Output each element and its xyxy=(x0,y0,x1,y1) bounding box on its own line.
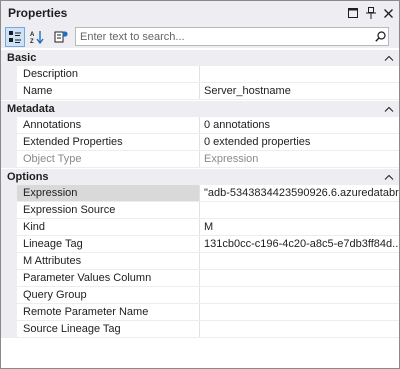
property-name: Description xyxy=(1,66,200,82)
property-name: Parameter Values Column xyxy=(1,270,200,286)
property-name: Object Type xyxy=(1,151,200,167)
search-box xyxy=(75,27,389,46)
property-row-remote-parameter-name[interactable]: Remote Parameter Name xyxy=(1,304,399,321)
property-row-expression-source[interactable]: Expression Source xyxy=(1,202,399,219)
window-menu-icon[interactable] xyxy=(344,5,361,22)
property-value[interactable]: 131cb0cc-c196-4c20-a8c5-e7db3ff84d... xyxy=(200,236,399,252)
search-icon[interactable] xyxy=(372,28,388,45)
property-name: Expression Source xyxy=(1,202,200,218)
search-input[interactable] xyxy=(76,28,372,45)
chevron-right-icon[interactable] xyxy=(17,138,19,146)
category-metadata[interactable]: Metadata xyxy=(1,100,399,117)
property-value: Expression xyxy=(204,153,259,165)
property-name: Lineage Tag xyxy=(1,236,200,252)
close-icon[interactable] xyxy=(380,5,397,22)
property-name-text: Extended Properties xyxy=(23,136,123,148)
chevron-up-icon[interactable] xyxy=(383,171,395,183)
properties-toolbar: A Z xyxy=(1,25,399,48)
property-row-expression[interactable]: Expression "adb-5343834423590926.6.azure… xyxy=(1,185,399,202)
alphabetical-icon[interactable]: A Z xyxy=(28,27,48,47)
titlebar-actions xyxy=(343,5,397,22)
property-row-description[interactable]: Description xyxy=(1,66,399,83)
property-value[interactable] xyxy=(200,202,399,218)
category-label: Options xyxy=(7,171,49,183)
property-name: Query Group xyxy=(1,287,200,303)
property-value[interactable]: 0 extended properties xyxy=(200,134,399,150)
property-value[interactable]: M xyxy=(200,219,399,235)
property-name-text: Annotations xyxy=(23,119,82,131)
property-row-object-type: Object Type Expression xyxy=(1,151,399,168)
property-value[interactable] xyxy=(200,321,399,337)
property-row-parameter-values-column[interactable]: Parameter Values Column xyxy=(1,270,399,287)
property-value[interactable] xyxy=(200,253,399,269)
property-row-m-attributes[interactable]: M Attributes xyxy=(1,253,399,270)
category-options[interactable]: Options xyxy=(1,168,399,185)
property-row-name[interactable]: Name Server_hostname xyxy=(1,83,399,100)
property-value[interactable] xyxy=(200,66,399,82)
property-row-query-group[interactable]: Query Group xyxy=(1,287,399,304)
property-row-annotations[interactable]: Annotations 0 annotations xyxy=(1,117,399,134)
property-name: Remote Parameter Name xyxy=(1,304,200,320)
property-value[interactable]: "adb-5343834423590926.6.azuredatabri... xyxy=(200,185,399,201)
property-grid: Basic Description Name Server_hostname M… xyxy=(1,49,399,368)
property-row-lineage-tag[interactable]: Lineage Tag 131cb0cc-c196-4c20-a8c5-e7db… xyxy=(1,236,399,253)
svg-text:Z: Z xyxy=(30,39,34,44)
category-basic[interactable]: Basic xyxy=(1,49,399,66)
property-row-kind[interactable]: Kind M xyxy=(1,219,399,236)
category-label: Basic xyxy=(7,52,37,64)
property-name: Expression xyxy=(1,185,200,201)
property-name: Annotations xyxy=(1,117,200,133)
property-name: Kind xyxy=(1,219,200,235)
property-row-source-lineage-tag[interactable]: Source Lineage Tag xyxy=(1,321,399,338)
svg-text:A: A xyxy=(30,32,35,38)
property-value[interactable] xyxy=(200,304,399,320)
property-row-extended-properties[interactable]: Extended Properties 0 extended propertie… xyxy=(1,134,399,151)
property-pages-icon[interactable] xyxy=(51,27,71,47)
categorized-icon[interactable] xyxy=(5,26,25,47)
properties-panel: Properties A Z Enter text to search... B… xyxy=(0,0,400,369)
chevron-right-icon[interactable] xyxy=(17,121,19,129)
property-name: Name xyxy=(1,83,200,99)
panel-titlebar: Properties xyxy=(1,1,399,25)
category-label: Metadata xyxy=(7,103,55,115)
property-value[interactable]: Server_hostname xyxy=(200,83,399,99)
property-value[interactable] xyxy=(200,287,399,303)
chevron-up-icon[interactable] xyxy=(383,103,395,115)
property-value[interactable]: 0 annotations xyxy=(200,117,399,133)
property-name: M Attributes xyxy=(1,253,200,269)
property-value[interactable] xyxy=(200,270,399,286)
chevron-up-icon[interactable] xyxy=(383,52,395,64)
property-name: Source Lineage Tag xyxy=(1,321,200,337)
pin-icon[interactable] xyxy=(362,5,379,22)
panel-title: Properties xyxy=(8,6,68,20)
property-name: Extended Properties xyxy=(1,134,200,150)
